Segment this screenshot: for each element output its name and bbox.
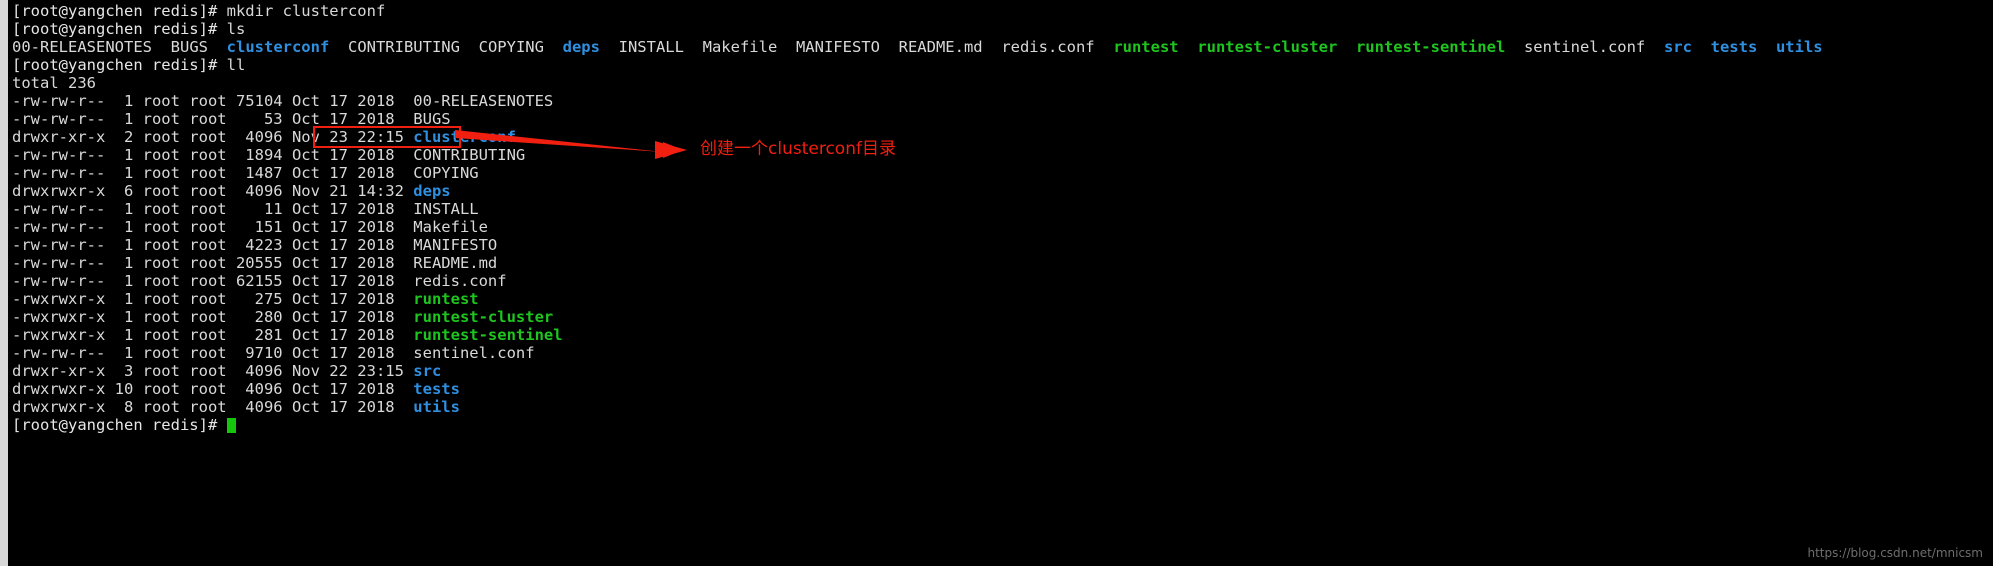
shell-prompt: [root@yangchen redis]# [12, 56, 227, 74]
ll-row: -rw-rw-r-- 1 root root 75104 Oct 17 2018… [12, 92, 1993, 110]
ll-row: -rwxrwxr-x 1 root root 281 Oct 17 2018 r… [12, 326, 1993, 344]
ls-entry: runtest-sentinel [1355, 38, 1506, 56]
ll-row: -rw-rw-r-- 1 root root 1894 Oct 17 2018 … [12, 146, 1993, 164]
ll-row-meta: -rwxrwxr-x 1 root root 281 Oct 17 2018 [12, 326, 414, 344]
ls-entry: BUGS [170, 38, 208, 56]
ls-entry: MANIFESTO [795, 38, 880, 56]
ll-row: -rw-rw-r-- 1 root root 20555 Oct 17 2018… [12, 254, 1993, 272]
terminal-cursor [226, 418, 236, 433]
ls-entry: redis.conf [1001, 38, 1095, 56]
ll-row-name: README.md [413, 254, 498, 272]
terminal-window: [root@yangchen redis]# mkdir clusterconf… [0, 0, 1993, 566]
ll-row-name: 00-RELEASENOTES [413, 92, 554, 110]
ll-row: -rw-rw-r-- 1 root root 62155 Oct 17 2018… [12, 272, 1993, 290]
shell-prompt: [root@yangchen redis]# [12, 2, 227, 20]
watermark-text: https://blog.csdn.net/mnicsm [1807, 546, 1983, 560]
ll-row-name: deps [413, 182, 451, 200]
ll-total-line: total 236 [12, 74, 1993, 92]
command-text: mkdir clusterconf [226, 2, 386, 20]
ll-row-meta: -rw-rw-r-- 1 root root 62155 Oct 17 2018 [12, 272, 414, 290]
ls-entry: tests [1710, 38, 1758, 56]
terminal-scrollbar[interactable] [0, 0, 8, 566]
ll-row: drwxrwxr-x 10 root root 4096 Oct 17 2018… [12, 380, 1993, 398]
ll-row: drwxrwxr-x 6 root root 4096 Nov 21 14:32… [12, 182, 1993, 200]
ll-row-meta: drwxrwxr-x 10 root root 4096 Oct 17 2018 [12, 380, 414, 398]
ll-row-name: MANIFESTO [413, 236, 498, 254]
ls-entry: runtest-cluster [1197, 38, 1338, 56]
ll-row-name: CONTRIBUTING [413, 146, 526, 164]
ls-entry: deps [562, 38, 600, 56]
ls-entry: 00-RELEASENOTES [12, 38, 152, 56]
ll-row-meta: drwxrwxr-x 8 root root 4096 Oct 17 2018 [12, 398, 414, 416]
terminal-scrollbar-thumb[interactable] [0, 0, 8, 566]
command-text: ls [226, 20, 246, 38]
ll-row-meta: drwxr-xr-x 3 root root 4096 Nov 22 23:15 [12, 362, 414, 380]
ll-total-text: total 236 [12, 74, 96, 92]
shell-prompt: [root@yangchen redis]# [12, 416, 227, 434]
command-line-mkdir: [root@yangchen redis]# mkdir clusterconf [12, 2, 1993, 20]
ll-row-meta: -rw-rw-r-- 1 root root 1894 Oct 17 2018 [12, 146, 414, 164]
ll-row-name: clusterconf [413, 128, 516, 146]
ll-row: drwxr-xr-x 3 root root 4096 Nov 22 23:15… [12, 362, 1993, 380]
ll-row: -rw-rw-r-- 1 root root 151 Oct 17 2018 M… [12, 218, 1993, 236]
command-line-ls: [root@yangchen redis]# ls [12, 20, 1993, 38]
command-line-active: [root@yangchen redis]# [12, 416, 1993, 434]
ll-row-meta: drwxr-xr-x 2 root root 4096 Nov 23 22:15 [12, 128, 414, 146]
ll-row-name: runtest [413, 290, 479, 308]
ll-row: -rw-rw-r-- 1 root root 1487 Oct 17 2018 … [12, 164, 1993, 182]
ll-row-meta: -rw-rw-r-- 1 root root 75104 Oct 17 2018 [12, 92, 414, 110]
ll-row-name: tests [413, 380, 460, 398]
ll-row: -rw-rw-r-- 1 root root 11 Oct 17 2018 IN… [12, 200, 1993, 218]
shell-prompt: [root@yangchen redis]# [12, 20, 227, 38]
ll-row: -rw-rw-r-- 1 root root 53 Oct 17 2018 BU… [12, 110, 1993, 128]
annotation-text: 创建一个clusterconf目录 [700, 139, 896, 159]
ls-output-row: 00-RELEASENOTES BUGS clusterconf CONTRIB… [12, 38, 1993, 56]
ll-row-meta: drwxrwxr-x 6 root root 4096 Nov 21 14:32 [12, 182, 414, 200]
ls-entry: COPYING [478, 38, 544, 56]
ls-entry: Makefile [702, 38, 778, 56]
ll-row: -rw-rw-r-- 1 root root 9710 Oct 17 2018 … [12, 344, 1993, 362]
ll-row-name: src [413, 362, 442, 380]
ll-row: drwxrwxr-x 8 root root 4096 Oct 17 2018 … [12, 398, 1993, 416]
ll-row-meta: -rwxrwxr-x 1 root root 280 Oct 17 2018 [12, 308, 414, 326]
ll-row-meta: -rw-rw-r-- 1 root root 20555 Oct 17 2018 [12, 254, 414, 272]
ls-entry: utils [1775, 38, 1823, 56]
ls-entry: clusterconf [226, 38, 330, 56]
ll-row-meta: -rw-rw-r-- 1 root root 1487 Oct 17 2018 [12, 164, 414, 182]
command-text: ll [226, 56, 246, 74]
ll-row: -rwxrwxr-x 1 root root 275 Oct 17 2018 r… [12, 290, 1993, 308]
ls-entry: runtest [1113, 38, 1179, 56]
ll-row-name: BUGS [413, 110, 451, 128]
ll-row: -rwxrwxr-x 1 root root 280 Oct 17 2018 r… [12, 308, 1993, 326]
ll-row-name: redis.conf [413, 272, 507, 290]
ls-entry: sentinel.conf [1523, 38, 1646, 56]
terminal-output-area[interactable]: [root@yangchen redis]# mkdir clusterconf… [8, 0, 1993, 566]
ll-row: -rw-rw-r-- 1 root root 4223 Oct 17 2018 … [12, 236, 1993, 254]
ll-row-name: sentinel.conf [413, 344, 535, 362]
ll-row-name: INSTALL [413, 200, 479, 218]
ls-entry: CONTRIBUTING [347, 38, 460, 56]
ll-row-meta: -rw-rw-r-- 1 root root 11 Oct 17 2018 [12, 200, 414, 218]
ll-row-name: utils [413, 398, 460, 416]
ll-row-meta: -rw-rw-r-- 1 root root 4223 Oct 17 2018 [12, 236, 414, 254]
command-line-ll: [root@yangchen redis]# ll [12, 56, 1993, 74]
ll-row-meta: -rw-rw-r-- 1 root root 151 Oct 17 2018 [12, 218, 414, 236]
ll-row-meta: -rw-rw-r-- 1 root root 53 Oct 17 2018 [12, 110, 414, 128]
ls-entry: README.md [898, 38, 983, 56]
ll-row-name: runtest-sentinel [413, 326, 563, 344]
ll-row-name: runtest-cluster [413, 308, 554, 326]
ll-row: drwxr-xr-x 2 root root 4096 Nov 23 22:15… [12, 128, 1993, 146]
ll-row-meta: -rw-rw-r-- 1 root root 9710 Oct 17 2018 [12, 344, 414, 362]
ll-row-meta: -rwxrwxr-x 1 root root 275 Oct 17 2018 [12, 290, 414, 308]
ls-entry: src [1663, 38, 1692, 56]
ll-row-name: COPYING [413, 164, 479, 182]
ll-row-name: Makefile [413, 218, 488, 236]
ls-entry: INSTALL [618, 38, 684, 56]
